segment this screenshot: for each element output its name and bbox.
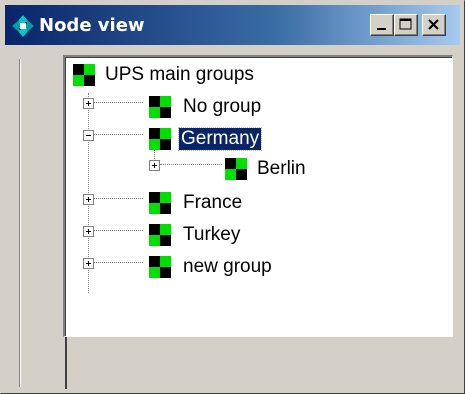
tree-item-turkey[interactable]: Turkey: [65, 221, 325, 249]
node-group-icon: [149, 192, 171, 214]
minimize-button[interactable]: [370, 14, 394, 36]
splitter[interactable]: [65, 335, 69, 389]
node-group-icon: [73, 64, 95, 86]
expand-button[interactable]: [83, 258, 94, 269]
expand-button[interactable]: [149, 160, 160, 171]
expand-button[interactable]: [83, 98, 94, 109]
node-group-icon: [149, 128, 171, 150]
plus-icon: [86, 101, 91, 106]
tree-item-label: new group: [183, 256, 272, 277]
left-panel: [19, 59, 44, 387]
plus-icon: [152, 163, 157, 168]
tree-item-label-selected: Germany: [177, 127, 263, 151]
node-tree[interactable]: UPS main groups No group Germany Berlin …: [63, 55, 453, 337]
close-icon: [428, 19, 439, 30]
tree-item-france[interactable]: France: [65, 189, 325, 217]
collapse-button[interactable]: [83, 130, 94, 141]
expand-button[interactable]: [83, 194, 94, 205]
maximize-icon: [399, 18, 412, 30]
title-bar[interactable]: Node view: [5, 5, 460, 45]
node-group-icon: [149, 96, 171, 118]
tree-item-new-group[interactable]: new group: [65, 253, 325, 281]
tree-item-no-group[interactable]: No group: [65, 93, 325, 121]
tree-item-label: No group: [183, 96, 262, 117]
tree-item-berlin[interactable]: Berlin: [65, 155, 325, 183]
node-group-icon: [149, 256, 171, 278]
maximize-button[interactable]: [394, 14, 418, 36]
node-group-icon: [225, 158, 247, 180]
close-button[interactable]: [422, 14, 446, 36]
expand-button[interactable]: [83, 226, 94, 237]
tree-item-label: France: [183, 192, 243, 213]
minimize-icon: [377, 28, 386, 30]
node-group-icon: [149, 224, 171, 246]
tree-root-label: UPS main groups: [105, 64, 254, 85]
tree-item-label: Berlin: [257, 158, 306, 179]
plus-icon: [86, 229, 91, 234]
client-area: UPS main groups No group Germany Berlin …: [5, 45, 460, 389]
tree-root[interactable]: UPS main groups: [65, 61, 325, 89]
minus-icon: [86, 135, 91, 136]
plus-icon: [86, 197, 91, 202]
node-view-window: Node view UPS main groups No group Germa…: [0, 0, 465, 394]
tree-item-germany[interactable]: Germany: [65, 125, 325, 153]
tree-item-label: Turkey: [183, 224, 241, 245]
window-title: Node view: [39, 15, 145, 36]
plus-icon: [86, 261, 91, 266]
diamond-arrows-icon: [12, 15, 34, 37]
